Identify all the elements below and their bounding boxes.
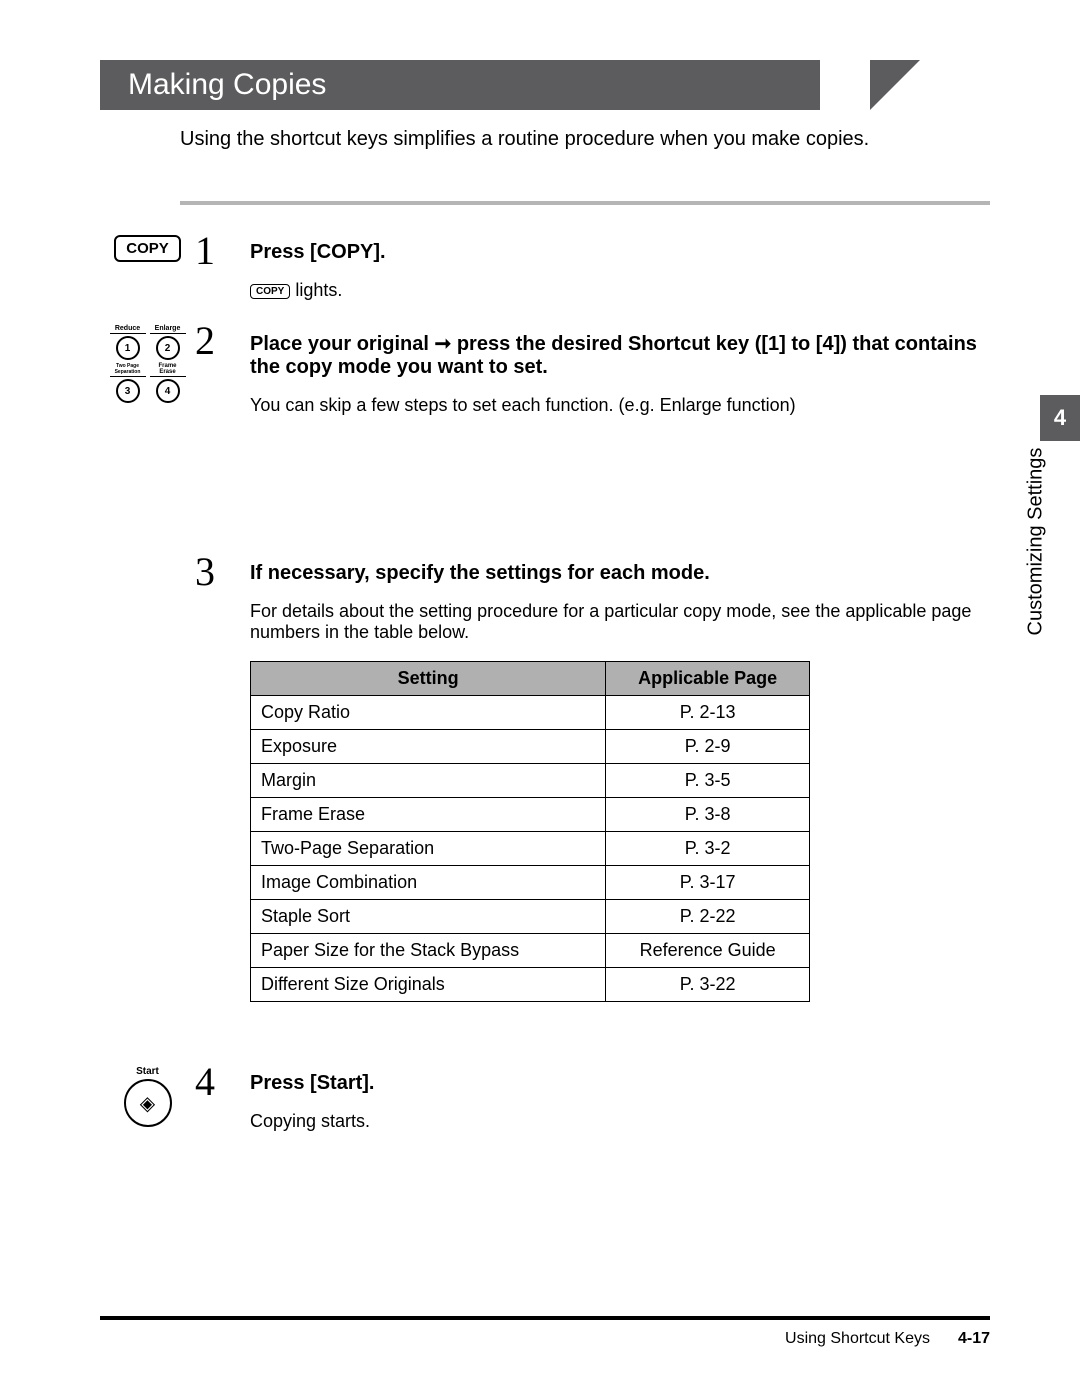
shortcut-key-2-icon: 2 bbox=[156, 336, 180, 360]
divider bbox=[180, 201, 990, 205]
table-cell-setting: Paper Size for the Stack Bypass bbox=[251, 934, 606, 968]
shortcut-key-1-icon: 1 bbox=[116, 336, 140, 360]
footer-text: Using Shortcut Keys bbox=[785, 1330, 930, 1348]
table-cell-page: P. 3-17 bbox=[606, 866, 810, 900]
table-row: Image CombinationP. 3-17 bbox=[251, 866, 810, 900]
table-row: Staple SortP. 2-22 bbox=[251, 900, 810, 934]
settings-table: Setting Applicable Page Copy RatioP. 2-1… bbox=[250, 661, 990, 1002]
step-1: COPY 1 Press [COPY]. COPY lights. bbox=[100, 235, 990, 301]
chapter-label: Customizing Settings bbox=[1025, 448, 1048, 636]
reduce-label: Reduce bbox=[110, 325, 146, 334]
footer-page-number: 4-17 bbox=[958, 1330, 990, 1348]
step-3-title: If necessary, specify the settings for e… bbox=[250, 562, 990, 585]
copy-key-label: COPY bbox=[114, 235, 181, 262]
step-2-number: 2 bbox=[195, 321, 250, 361]
shortcut-key-3-icon: 3 bbox=[116, 379, 140, 403]
step-3: 3 If necessary, specify the settings for… bbox=[100, 556, 990, 1042]
twopage-label: Two Page Separation bbox=[110, 363, 146, 377]
chapter-tab: 4 bbox=[1040, 395, 1080, 441]
step-4-desc: Copying starts. bbox=[250, 1111, 990, 1132]
step-3-number: 3 bbox=[195, 552, 250, 592]
enlarge-label: Enlarge bbox=[150, 325, 186, 334]
section-title: Making Copies bbox=[100, 60, 820, 110]
table-cell-page: P. 3-8 bbox=[606, 798, 810, 832]
table-row: Paper Size for the Stack BypassReference… bbox=[251, 934, 810, 968]
frame-label: Frame Erase bbox=[150, 363, 186, 377]
table-cell-setting: Copy Ratio bbox=[251, 696, 606, 730]
table-cell-setting: Staple Sort bbox=[251, 900, 606, 934]
table-cell-setting: Exposure bbox=[251, 730, 606, 764]
table-row: ExposureP. 2-9 bbox=[251, 730, 810, 764]
table-row: Frame EraseP. 3-8 bbox=[251, 798, 810, 832]
intro-text: Using the shortcut keys simplifies a rou… bbox=[180, 128, 990, 151]
table-cell-page: P. 2-22 bbox=[606, 900, 810, 934]
step-1-number: 1 bbox=[195, 231, 250, 271]
table-cell-page: P. 2-13 bbox=[606, 696, 810, 730]
start-glyph-icon: ◈ bbox=[124, 1079, 172, 1127]
table-cell-setting: Frame Erase bbox=[251, 798, 606, 832]
table-header-setting: Setting bbox=[251, 662, 606, 696]
copy-key-small-icon: COPY bbox=[250, 284, 290, 299]
step-4-number: 4 bbox=[195, 1062, 250, 1102]
step-1-desc: COPY lights. bbox=[250, 280, 990, 301]
step-4: Start ◈ 4 Press [Start]. Copying starts. bbox=[100, 1066, 990, 1132]
table-cell-setting: Margin bbox=[251, 764, 606, 798]
page-footer: Using Shortcut Keys 4-17 bbox=[100, 1316, 990, 1348]
step-3-desc: For details about the setting procedure … bbox=[250, 601, 990, 643]
start-button-icon: Start ◈ bbox=[100, 1066, 195, 1127]
table-header-row: Setting Applicable Page bbox=[251, 662, 810, 696]
table-header-page: Applicable Page bbox=[606, 662, 810, 696]
step-4-title: Press [Start]. bbox=[250, 1072, 990, 1095]
table-row: Two-Page SeparationP. 3-2 bbox=[251, 832, 810, 866]
copy-key-icon: COPY bbox=[100, 235, 195, 262]
table-row: Copy RatioP. 2-13 bbox=[251, 696, 810, 730]
table-cell-page: P. 3-22 bbox=[606, 968, 810, 1002]
table-row: Different Size OriginalsP. 3-22 bbox=[251, 968, 810, 1002]
step-2-title: Place your original ➞ press the desired … bbox=[250, 331, 990, 379]
step-2-desc: You can skip a few steps to set each fun… bbox=[250, 395, 990, 416]
step-1-desc-text: lights. bbox=[290, 280, 342, 300]
start-label: Start bbox=[124, 1066, 172, 1077]
table-cell-page: P. 2-9 bbox=[606, 730, 810, 764]
shortcut-keys-icon: Reduce Enlarge 1 2 Two Page Separation F… bbox=[100, 325, 195, 406]
table-row: MarginP. 3-5 bbox=[251, 764, 810, 798]
step-1-title: Press [COPY]. bbox=[250, 241, 990, 264]
table-cell-setting: Different Size Originals bbox=[251, 968, 606, 1002]
title-flag-icon bbox=[870, 60, 920, 110]
table-cell-page: Reference Guide bbox=[606, 934, 810, 968]
step-2: Reduce Enlarge 1 2 Two Page Separation F… bbox=[100, 325, 990, 416]
shortcut-key-4-icon: 4 bbox=[156, 379, 180, 403]
table-cell-setting: Two-Page Separation bbox=[251, 832, 606, 866]
table-cell-setting: Image Combination bbox=[251, 866, 606, 900]
table-cell-page: P. 3-5 bbox=[606, 764, 810, 798]
table-cell-page: P. 3-2 bbox=[606, 832, 810, 866]
section-title-bar: Making Copies bbox=[100, 60, 990, 110]
